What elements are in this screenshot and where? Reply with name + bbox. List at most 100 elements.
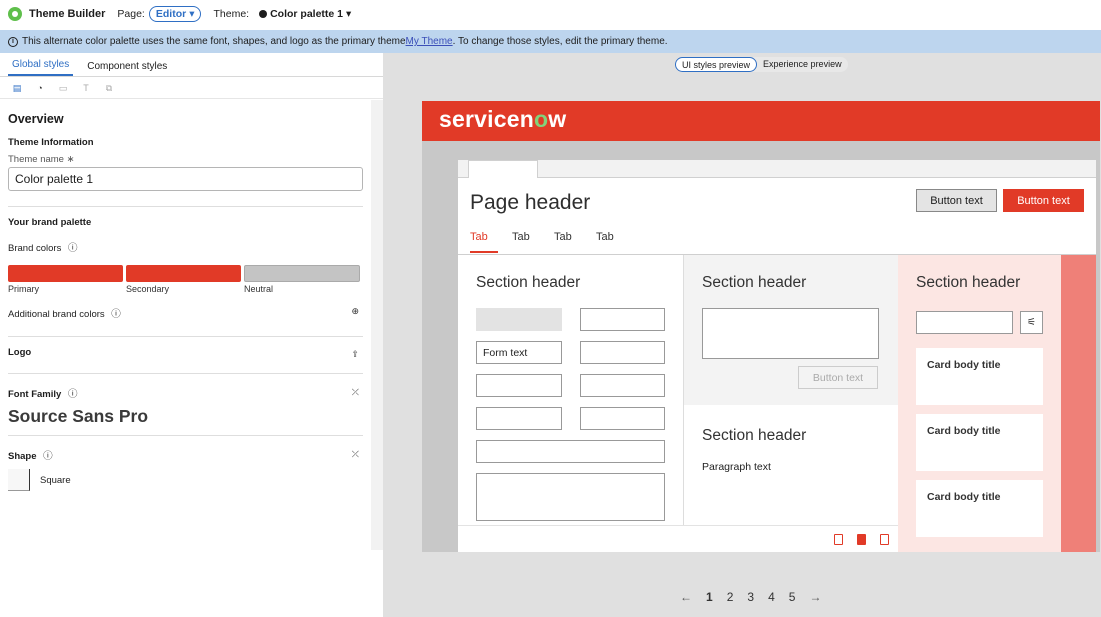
section-header: Section header: [702, 427, 807, 444]
primary-swatch[interactable]: [8, 265, 123, 282]
document-filled-icon[interactable]: [857, 534, 866, 545]
info-icon[interactable]: ⓘ: [43, 451, 53, 462]
card[interactable]: Card body title: [916, 480, 1043, 537]
overview-icon[interactable]: ▤: [12, 83, 22, 93]
banner-text-before: This alternate color palette uses the sa…: [22, 36, 406, 47]
logo-o: o: [533, 106, 549, 132]
form-section: Section header Form text: [458, 255, 684, 525]
theme-select[interactable]: Color palette 1 ▾: [259, 8, 351, 20]
card-title: Card body title: [927, 359, 1001, 371]
document-icon[interactable]: [880, 534, 889, 545]
document-icon[interactable]: [834, 534, 843, 545]
unlink-icon[interactable]: ⤫: [352, 387, 359, 398]
shape-text: Shape: [8, 451, 37, 462]
unlink-icon[interactable]: ⤫: [352, 449, 359, 460]
preview-tab[interactable]: Tab: [596, 231, 638, 253]
info-icon[interactable]: ⓘ: [111, 309, 121, 320]
theme-label: Theme:: [213, 8, 250, 20]
shape-heading: Shape ⓘ: [8, 448, 53, 462]
app-logo-icon: [8, 7, 22, 21]
arrow-left-icon[interactable]: ←: [680, 590, 692, 604]
textarea[interactable]: [702, 308, 879, 359]
logo-heading: Logo: [8, 347, 32, 358]
page-number[interactable]: 3: [747, 590, 754, 604]
page-select-value: Editor: [155, 8, 187, 20]
page-header: Page header: [470, 191, 591, 214]
page-number[interactable]: 4: [768, 590, 775, 604]
upload-icon[interactable]: ⇪: [351, 349, 359, 360]
add-color-icon[interactable]: ⊕: [351, 306, 359, 317]
experience-preview-button[interactable]: Experience preview: [757, 57, 848, 72]
neutral-label: Neutral: [244, 284, 274, 294]
font-family-value: Source Sans Pro: [8, 406, 149, 426]
info-icon[interactable]: ⓘ: [68, 243, 78, 254]
neutral-swatch[interactable]: [244, 265, 360, 282]
image-icon[interactable]: ▭: [58, 83, 68, 93]
typography-icon[interactable]: T: [81, 83, 91, 93]
shape-icon[interactable]: ⧉: [104, 83, 114, 93]
servicenow-logo: servicenow: [439, 106, 566, 133]
active-tab-indicator: [470, 251, 498, 253]
ui-styles-preview-button[interactable]: UI styles preview: [675, 57, 758, 72]
page-label: Page:: [117, 8, 145, 20]
styles-tabs: Global styles Component styles: [0, 53, 383, 77]
textarea[interactable]: [476, 473, 665, 521]
page-number[interactable]: 5: [789, 590, 796, 604]
preview-tab[interactable]: Tab: [470, 231, 512, 253]
textarea-section: Section header Button text: [684, 255, 898, 405]
text-input[interactable]: [580, 308, 665, 331]
banner-text-after: . To change those styles, edit the prima…: [452, 36, 668, 47]
chevron-down-icon: ▾: [189, 8, 195, 20]
card[interactable]: Card body title: [916, 348, 1043, 405]
chevron-down-icon: ▾: [346, 8, 352, 20]
form-input[interactable]: Form text: [476, 341, 562, 364]
disabled-input: [476, 308, 562, 331]
page-select[interactable]: Editor ▾: [148, 6, 202, 22]
divider: [8, 206, 363, 207]
text-input[interactable]: [580, 407, 665, 430]
form-text: Form text: [483, 347, 528, 359]
theme-info-heading: Theme Information: [8, 137, 94, 148]
card[interactable]: Card body title: [916, 414, 1043, 471]
secondary-button[interactable]: Button text: [916, 189, 997, 212]
text-input[interactable]: [476, 374, 562, 397]
divider: [8, 435, 363, 436]
divider: [8, 336, 363, 337]
accent-column: [1061, 255, 1096, 552]
wide-input[interactable]: [476, 440, 665, 463]
text-input[interactable]: [580, 374, 665, 397]
paragraph-text: Paragraph text: [702, 461, 771, 473]
info-icon: i: [8, 36, 18, 47]
card-title: Card body title: [927, 491, 1001, 503]
theme-select-value: Color palette 1: [270, 8, 344, 20]
page-number[interactable]: 1: [706, 590, 713, 604]
text-input[interactable]: [476, 407, 562, 430]
color-icon[interactable]: ◔: [35, 83, 45, 93]
primary-button[interactable]: Button text: [1003, 189, 1084, 212]
brand-colors-text: Brand colors: [8, 243, 62, 254]
card-section: Section header ⚟ Card body title Card bo…: [898, 255, 1061, 552]
paragraph-section: Section header Paragraph text: [684, 405, 898, 525]
tab-global-styles[interactable]: Global styles: [8, 59, 74, 76]
section-header: Section header: [702, 274, 807, 291]
section-header: Section header: [476, 274, 581, 291]
page-number[interactable]: 2: [727, 590, 734, 604]
arrow-right-icon[interactable]: →: [809, 590, 821, 604]
filter-icon[interactable]: ⚟: [1020, 311, 1043, 334]
preview-tab[interactable]: Tab: [554, 231, 596, 253]
top-bar: Theme Builder Page: Editor ▾ Theme: Colo…: [0, 0, 1101, 28]
preview-tab[interactable]: Tab: [512, 231, 554, 253]
my-theme-link[interactable]: My Theme: [406, 36, 453, 47]
scrollbar[interactable]: [371, 100, 383, 550]
logo-text: servicen: [439, 106, 534, 132]
secondary-swatch[interactable]: [126, 265, 241, 282]
font-family-heading: Font Family ⓘ: [8, 386, 77, 400]
theme-name-input[interactable]: Color palette 1: [8, 167, 363, 191]
styles-panel: Global styles Component styles ▤ ◔ ▭ T ⧉…: [0, 53, 383, 617]
preview-toggle: UI styles preview Experience preview: [675, 57, 848, 72]
tab-component-styles[interactable]: Component styles: [83, 61, 171, 76]
preview-canvas: servicenow Page header Button text Butto…: [422, 101, 1100, 552]
text-input[interactable]: [580, 341, 665, 364]
info-icon[interactable]: ⓘ: [68, 389, 78, 400]
search-input[interactable]: [916, 311, 1013, 334]
